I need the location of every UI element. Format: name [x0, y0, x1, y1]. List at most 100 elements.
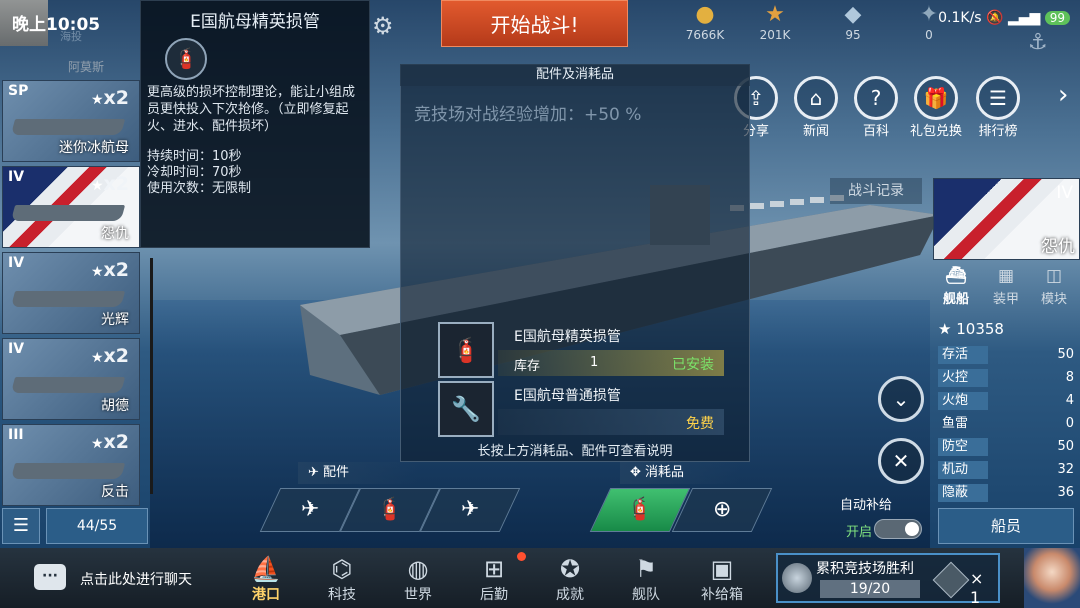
stat-row: 机动 32: [938, 461, 1080, 481]
plane-icon: ✈: [300, 497, 320, 522]
ship-card[interactable]: III ★x2 反击: [2, 424, 140, 506]
ship-count: ★x2: [90, 87, 129, 109]
stat-row: 鱼雷 0: [942, 416, 1074, 431]
exp-bonus-text: 竞技场对战经验增加：+50 %: [414, 105, 642, 125]
auto-supply-toggle[interactable]: [874, 519, 922, 539]
faint-label: 海投: [60, 30, 82, 43]
stat-row: 存活 50: [938, 346, 1080, 366]
panel-title: 配件及消耗品: [400, 64, 750, 86]
ship-name: 怨仇: [1041, 237, 1075, 257]
star-icon: ★: [90, 178, 104, 194]
star-icon: ★: [938, 320, 952, 338]
toggle-label: 开启: [846, 525, 873, 540]
medal-coin-icon: [782, 563, 812, 593]
crew-button[interactable]: 船员: [938, 508, 1074, 544]
anchor-icon: ⚓: [1028, 30, 1048, 55]
tab-ship[interactable]: ⛴ 舰船: [932, 266, 980, 307]
battle-record-button[interactable]: 战斗记录: [830, 178, 922, 204]
ship-silhouette: [10, 291, 126, 307]
tools-icon: ✕: [892, 449, 910, 473]
gift-redeem-button[interactable]: 🎁 礼包兑换: [908, 76, 964, 139]
ship-silhouette: [10, 205, 126, 221]
gift-icon: 🎁: [914, 76, 958, 120]
list-view-button[interactable]: ☰: [2, 508, 40, 544]
star-icon: ★: [90, 264, 104, 280]
chat-prompt: 点击此处进行聊天: [80, 572, 192, 588]
nav-achievements[interactable]: ✪ 成就: [538, 554, 602, 604]
arena-win-progress[interactable]: 累积竞技场胜利 19/20 × 1: [776, 553, 1000, 607]
nav-world[interactable]: ◍ 世界: [386, 554, 450, 604]
long-press-hint: 长按上方消耗品、配件可查看说明: [477, 444, 673, 459]
wiki-button[interactable]: ? 百科: [848, 76, 904, 139]
ship-silhouette: [10, 377, 126, 393]
leaderboard-button[interactable]: ☰ 排行榜: [970, 76, 1026, 139]
auto-supply-button[interactable]: ✕: [878, 438, 924, 484]
start-battle-button[interactable]: 开始战斗!: [441, 0, 628, 47]
module-icon: ◫: [1045, 266, 1063, 286]
nav-logistics[interactable]: ⊞ 后勤: [462, 554, 526, 604]
reward-icon: [932, 561, 970, 599]
nav-tech[interactable]: ⌬ 科技: [310, 554, 374, 604]
toggle-knob: [905, 522, 919, 536]
star-icon: ★: [90, 350, 104, 366]
tooltip-duration: 持续时间：10秒: [147, 149, 242, 164]
clock: 晚上10:05: [12, 15, 101, 35]
list-icon: ☰: [976, 76, 1020, 120]
consumable-item-elite[interactable]: 🧯 E国航母精英损管 库存 1 已安装: [438, 322, 724, 378]
news-button[interactable]: ⌂ 新闻: [788, 76, 844, 139]
item-name: E国航母普通损管: [514, 388, 621, 404]
consumable-item-basic[interactable]: 🔧 E国航母普通损管 免费: [438, 381, 724, 437]
secretary-avatar[interactable]: [1024, 548, 1080, 608]
nav-fleet[interactable]: ⚑ 舰队: [614, 554, 678, 604]
ship-card[interactable]: IV ★x2 胡德: [2, 338, 140, 420]
damage-control-icon: 🧯: [626, 497, 654, 522]
tab-armor[interactable]: ▦ 装甲: [982, 266, 1030, 307]
damage-control-icon: 🧯: [165, 38, 207, 80]
stat-row: 隐蔽 36: [938, 484, 1080, 504]
battery-indicator: 99: [1044, 11, 1070, 25]
settings-gear-icon[interactable]: ⚙: [372, 12, 394, 40]
token-icon: ✦: [919, 2, 939, 27]
ship-name: 怨仇: [101, 226, 129, 242]
signal-icon: ▂▄▆: [1007, 10, 1041, 26]
tab-module[interactable]: ◫ 模块: [1030, 266, 1078, 307]
tooltip-cooldown: 冷却时间：70秒: [147, 165, 242, 180]
ship-tier: IV: [8, 169, 25, 185]
ship-name: 迷你冰航母: [59, 140, 129, 156]
auto-supply-label: 自动补给: [840, 498, 893, 513]
ship-count: ★x2: [90, 345, 129, 367]
plane-icon: ✈: [460, 497, 480, 522]
port-icon: ⛵: [251, 555, 281, 583]
resource-other[interactable]: ✦ 0: [884, 2, 974, 46]
ship-card-selected[interactable]: IV ★x2 怨仇: [2, 166, 140, 248]
chat-icon: ···: [34, 564, 66, 590]
ship-list-scrollbar[interactable]: [150, 258, 153, 494]
nav-port[interactable]: ⛵ 港口: [234, 554, 298, 604]
reward-count: × 1: [970, 569, 984, 607]
ship-count-box[interactable]: 44/55: [46, 508, 148, 544]
ship-card[interactable]: SP ★x2 迷你冰航母: [2, 80, 140, 162]
ship-tier: SP: [8, 83, 29, 99]
ship-card[interactable]: IV ★x2 光辉: [2, 252, 140, 334]
ship-name: 光辉: [101, 312, 129, 328]
ship-tier: III: [8, 427, 24, 443]
free-status: 免费: [686, 416, 714, 432]
medal-icon: ✪: [559, 555, 581, 583]
ship-silhouette: [10, 463, 126, 479]
logistics-icon: ⊞: [483, 555, 505, 583]
wrench-icon: 🔧: [438, 381, 494, 437]
item-tooltip: E国航母精英损管 🧯 更高级的损坏控制理论，能让小组成员更快投入下次抢修。（立即…: [140, 0, 370, 248]
ship-tier: IV: [8, 255, 25, 271]
armor-icon: ▦: [997, 266, 1015, 286]
house-icon: ⌂: [794, 76, 838, 120]
installed-status: 已安装: [672, 357, 714, 373]
selected-ship-card[interactable]: IV 怨仇: [933, 178, 1080, 260]
chevron-right-icon[interactable]: ›: [1058, 80, 1068, 110]
chat-entry[interactable]: ··· 点击此处进行聊天: [0, 548, 238, 608]
ship-icon: ⛴: [945, 266, 967, 286]
rank-button[interactable]: ⌄: [878, 376, 924, 422]
resource-exp[interactable]: ★ 201K: [730, 2, 820, 46]
tooltip-description: 更高级的损坏控制理论，能让小组成员更快投入下次抢修。（立即修复起火、进水、配件损…: [147, 85, 356, 134]
stock-value: 1: [590, 355, 599, 370]
nav-supply-box[interactable]: ▣ 补给箱: [690, 554, 754, 604]
